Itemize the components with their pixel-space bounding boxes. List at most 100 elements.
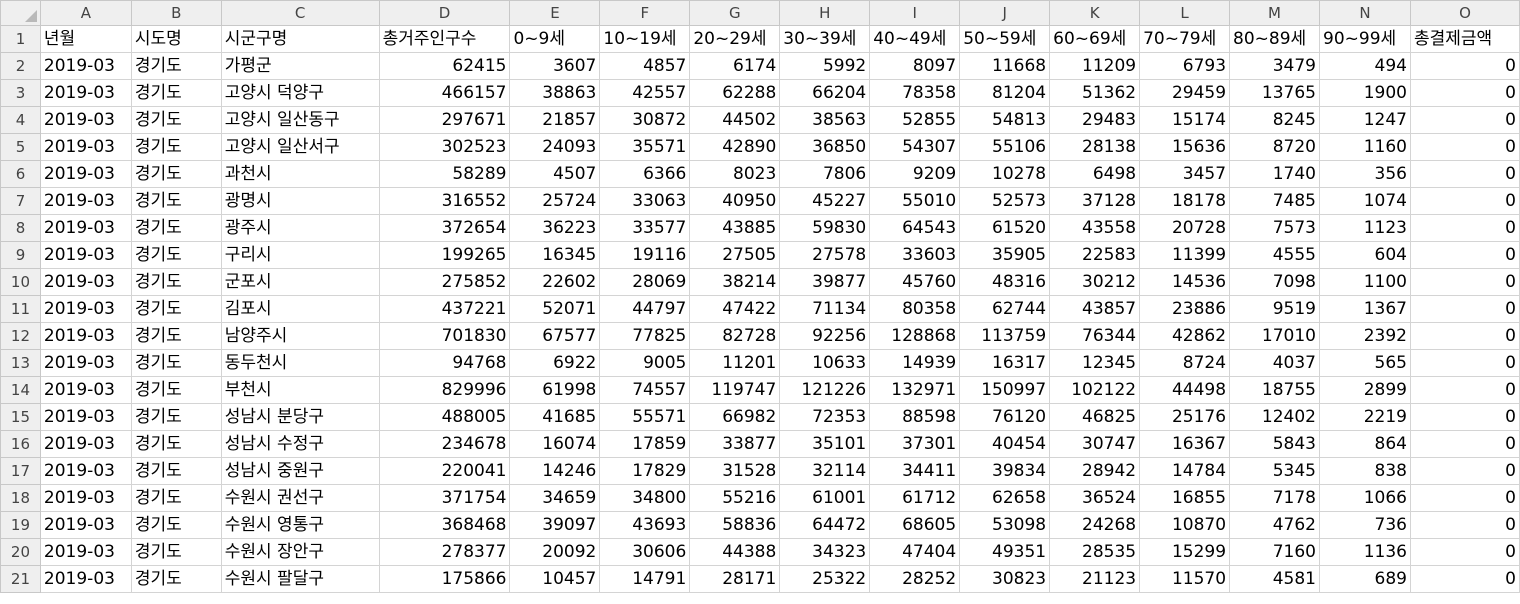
cell[interactable]: 0 [1409, 376, 1520, 404]
row-number-20[interactable]: 20 [0, 538, 41, 566]
row-number-13[interactable]: 13 [0, 349, 41, 377]
cell[interactable]: 36850 [779, 133, 871, 161]
cell[interactable]: 9519 [1229, 295, 1320, 323]
cell[interactable]: 15174 [1139, 106, 1231, 134]
cell[interactable]: 2019-03 [39, 322, 132, 350]
cell[interactable]: 0 [1409, 430, 1520, 458]
cell[interactable]: 1123 [1319, 214, 1411, 242]
cell[interactable]: 2019-03 [39, 565, 132, 593]
cell[interactable]: 7098 [1229, 268, 1320, 296]
cell[interactable]: 7485 [1229, 187, 1320, 215]
cell[interactable]: 102122 [1049, 376, 1141, 404]
row-number-1[interactable]: 1 [0, 25, 41, 53]
cell[interactable]: 16367 [1139, 430, 1231, 458]
cell[interactable]: 7573 [1229, 214, 1320, 242]
cell[interactable]: 17859 [599, 430, 691, 458]
cell[interactable]: 10870 [1139, 511, 1231, 539]
row-number-10[interactable]: 10 [0, 268, 41, 296]
row-number-4[interactable]: 4 [0, 106, 41, 134]
cell[interactable]: 7160 [1229, 538, 1320, 566]
cell[interactable]: 46825 [1049, 403, 1141, 431]
row-number-15[interactable]: 15 [0, 403, 41, 431]
cell[interactable]: 14784 [1139, 457, 1231, 485]
cell[interactable]: 72353 [779, 403, 871, 431]
cell[interactable]: 0 [1409, 538, 1520, 566]
cell[interactable]: 고양시 일산서구 [220, 133, 380, 161]
cell[interactable]: 34411 [869, 457, 961, 485]
cell[interactable]: 44502 [689, 106, 781, 134]
cell[interactable]: 316552 [378, 187, 511, 215]
cell[interactable]: 0 [1409, 106, 1520, 134]
cell[interactable]: 16345 [509, 241, 601, 269]
cell[interactable]: 고양시 일산동구 [220, 106, 380, 134]
cell[interactable]: 14939 [869, 349, 961, 377]
cell[interactable]: 47404 [869, 538, 961, 566]
cell[interactable]: 동두천시 [220, 349, 380, 377]
cell[interactable]: 62288 [689, 79, 781, 107]
cell[interactable]: 0 [1409, 322, 1520, 350]
cell[interactable]: 55571 [599, 403, 691, 431]
cell[interactable]: 0 [1409, 484, 1520, 512]
cell[interactable]: 2019-03 [39, 484, 132, 512]
cell[interactable]: 58836 [689, 511, 781, 539]
cell[interactable]: 경기도 [130, 187, 222, 215]
cell[interactable]: 25322 [779, 565, 871, 593]
row-number-11[interactable]: 11 [0, 295, 41, 323]
cell[interactable]: 356 [1319, 160, 1411, 188]
cell[interactable]: 42557 [599, 79, 691, 107]
cell[interactable]: 55106 [959, 133, 1051, 161]
column-header-c[interactable]: C [220, 0, 380, 26]
cell[interactable]: 수원시 팔달구 [220, 565, 380, 593]
cell[interactable]: 47422 [689, 295, 781, 323]
cell[interactable]: 20728 [1139, 214, 1231, 242]
row-number-16[interactable]: 16 [0, 430, 41, 458]
cell[interactable]: 15636 [1139, 133, 1231, 161]
cell[interactable]: 35101 [779, 430, 871, 458]
cell[interactable]: 1136 [1319, 538, 1411, 566]
cell[interactable]: 466157 [378, 79, 511, 107]
cell[interactable]: 9209 [869, 160, 961, 188]
cell[interactable]: 81204 [959, 79, 1051, 107]
cell[interactable]: 33603 [869, 241, 961, 269]
cell[interactable]: 10633 [779, 349, 871, 377]
cell[interactable]: 0 [1409, 241, 1520, 269]
row-number-14[interactable]: 14 [0, 376, 41, 404]
cell[interactable]: 과천시 [220, 160, 380, 188]
cell[interactable]: 119747 [689, 376, 781, 404]
cell[interactable]: 2019-03 [39, 187, 132, 215]
column-header-h[interactable]: H [779, 0, 871, 26]
cell[interactable]: 고양시 덕양구 [220, 79, 380, 107]
cell[interactable]: 0 [1409, 160, 1520, 188]
cell[interactable]: 80358 [869, 295, 961, 323]
cell[interactable]: 1740 [1229, 160, 1320, 188]
cell[interactable]: 5843 [1229, 430, 1320, 458]
cell[interactable]: 11399 [1139, 241, 1231, 269]
cell[interactable]: 33577 [599, 214, 691, 242]
cell[interactable]: 40454 [959, 430, 1051, 458]
cell[interactable]: 1100 [1319, 268, 1411, 296]
cell[interactable]: 35905 [959, 241, 1051, 269]
cell[interactable]: 11201 [689, 349, 781, 377]
column-header-m[interactable]: M [1229, 0, 1320, 26]
row-number-7[interactable]: 7 [0, 187, 41, 215]
cell[interactable]: 4037 [1229, 349, 1320, 377]
cell[interactable]: 경기도 [130, 106, 222, 134]
cell[interactable]: 경기도 [130, 484, 222, 512]
cell[interactable]: 성남시 수정구 [220, 430, 380, 458]
cell[interactable]: 61001 [779, 484, 871, 512]
cell[interactable]: 0 [1409, 511, 1520, 539]
cell[interactable]: 74557 [599, 376, 691, 404]
cell[interactable]: 30872 [599, 106, 691, 134]
row-number-5[interactable]: 5 [0, 133, 41, 161]
cell[interactable]: 군포시 [220, 268, 380, 296]
cell[interactable]: 41685 [509, 403, 601, 431]
cell[interactable]: 20092 [509, 538, 601, 566]
cell[interactable]: 52573 [959, 187, 1051, 215]
cell[interactable]: 경기도 [130, 79, 222, 107]
cell[interactable]: 36223 [509, 214, 601, 242]
cell[interactable]: 43693 [599, 511, 691, 539]
cell[interactable]: 44388 [689, 538, 781, 566]
cell[interactable]: 경기도 [130, 349, 222, 377]
cell[interactable]: 1247 [1319, 106, 1411, 134]
cell[interactable]: 66982 [689, 403, 781, 431]
